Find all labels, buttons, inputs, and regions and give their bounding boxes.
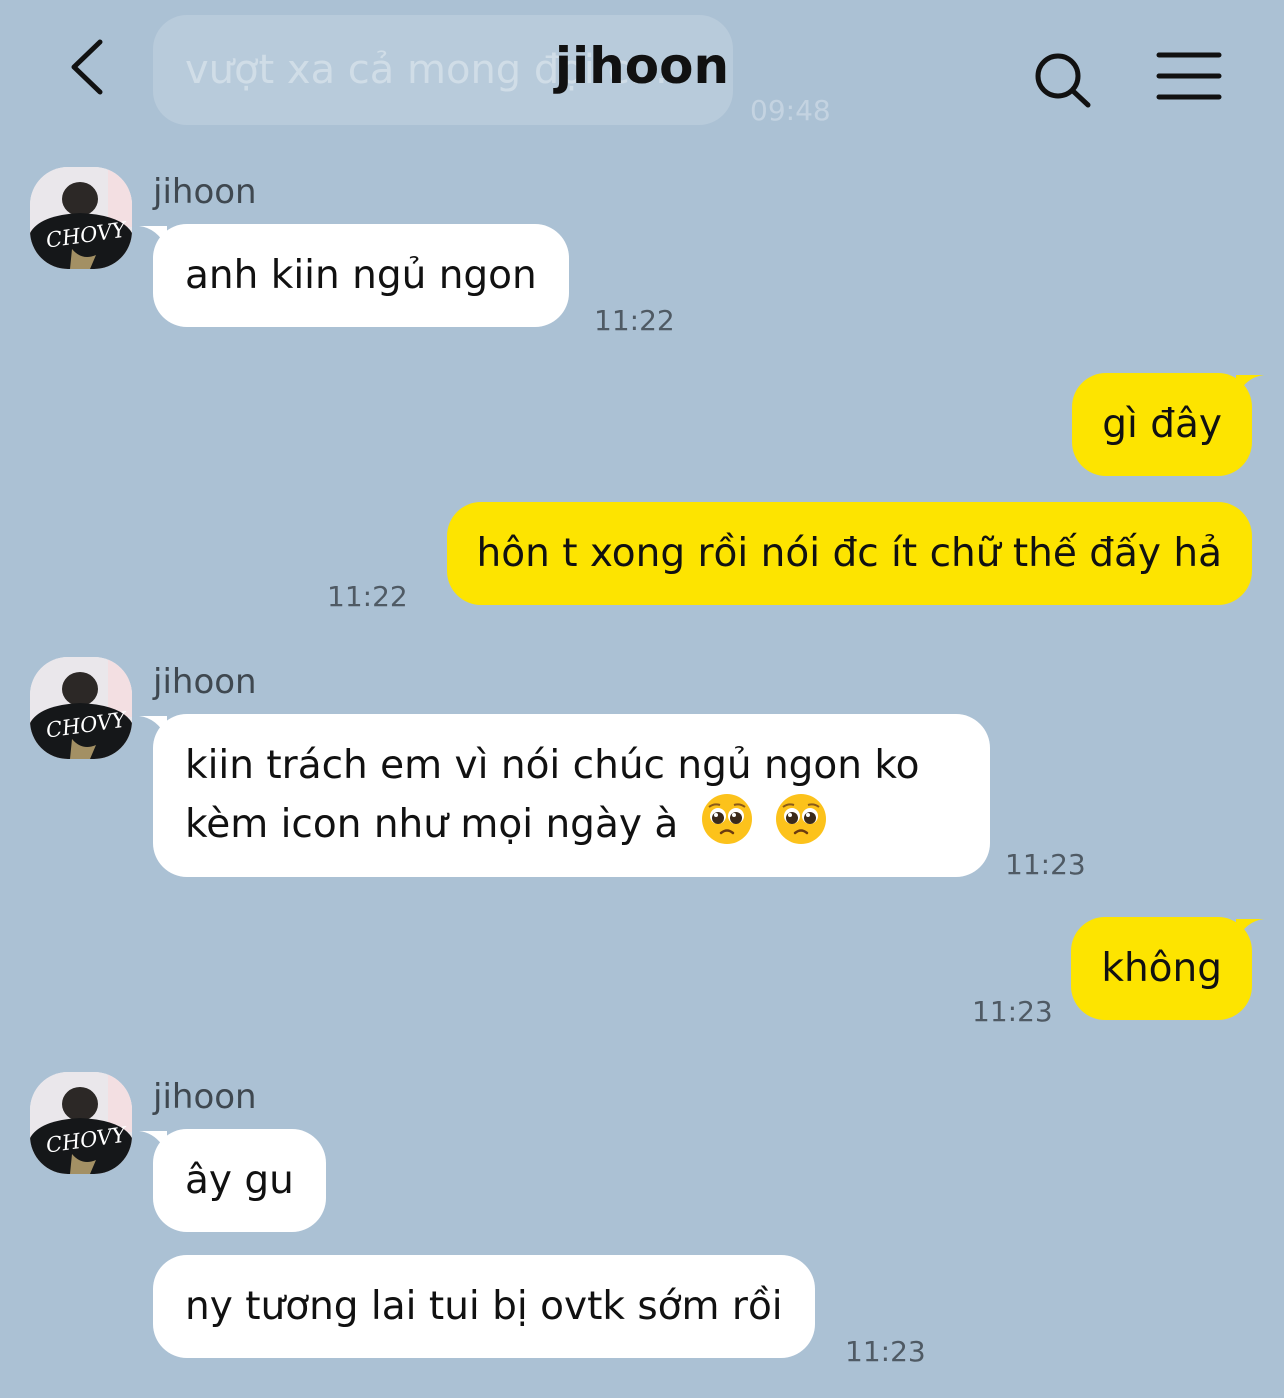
message-text-line: kiin trách em vì nói chúc ngủ ngon ko (185, 743, 920, 788)
message-time: 11:23 (845, 1335, 926, 1368)
incoming-message-bubble[interactable]: ây gu (139, 1129, 326, 1232)
message-text: gì đây (1102, 402, 1222, 447)
pleading-face-icon (701, 794, 752, 844)
message-text: ny tương lai tui bị ovtk sớm rồi (185, 1284, 783, 1329)
bubble-tail (139, 1131, 167, 1153)
outgoing-message-bubble[interactable]: hôn t xong rồi nói đc ít chữ thế đấy hả (446, 502, 1252, 605)
chevron-left-icon (71, 39, 103, 95)
outgoing-message-bubble[interactable]: không (1071, 917, 1264, 1020)
menu-button[interactable] (1156, 50, 1222, 102)
chat-header: vượt xa cả mong đợi c... 09:48 jihoon (0, 0, 1284, 140)
avatar-photo: CHOVY (30, 1072, 132, 1174)
avatar-photo: CHOVY (30, 167, 132, 269)
message-time: 11:23 (1005, 848, 1086, 881)
message-time: 11:23 (972, 995, 1053, 1028)
search-button[interactable] (1030, 48, 1096, 110)
bubble-tail (139, 716, 167, 738)
message-text: hôn t xong rồi nói đc ít chữ thế đấy hả (476, 531, 1222, 576)
message-text: anh kiin ngủ ngon (185, 253, 537, 298)
sender-name: jihoon (153, 662, 257, 702)
avatar[interactable]: CHOVY (30, 167, 132, 269)
search-icon (1035, 53, 1091, 108)
incoming-message-bubble[interactable]: kiin trách em vì nói chúc ngủ ngon ko kè… (139, 714, 990, 877)
bubble-tail (139, 226, 167, 248)
avatar[interactable]: CHOVY (30, 657, 132, 759)
avatar[interactable]: CHOVY (30, 1072, 132, 1174)
chat-title: jihoon (554, 37, 730, 95)
message-text: ây gu (185, 1158, 294, 1203)
message-text-line: kèm icon như mọi ngày à (185, 802, 679, 847)
message-time: 11:22 (594, 304, 675, 337)
pleading-face-icon (776, 794, 827, 844)
bubble-tail (1236, 375, 1264, 397)
sender-name: jihoon (153, 1077, 257, 1117)
message-text-line-with-emoji: kèm icon như mọi ngày à (185, 793, 958, 852)
avatar-photo: CHOVY (30, 657, 132, 759)
message-text: không (1101, 946, 1222, 991)
back-button[interactable] (62, 36, 118, 98)
outgoing-message-bubble[interactable]: gì đây (1072, 373, 1264, 476)
sender-name: jihoon (153, 172, 257, 212)
bubble-tail (1236, 919, 1264, 941)
hamburger-menu-icon (1156, 52, 1222, 100)
message-time: 11:22 (327, 580, 408, 613)
incoming-message-bubble[interactable]: anh kiin ngủ ngon (139, 224, 569, 327)
chat-screen: vượt xa cả mong đợi c... 09:48 jihoon CH… (0, 0, 1284, 1398)
incoming-message-bubble[interactable]: ny tương lai tui bị ovtk sớm rồi (153, 1255, 815, 1358)
